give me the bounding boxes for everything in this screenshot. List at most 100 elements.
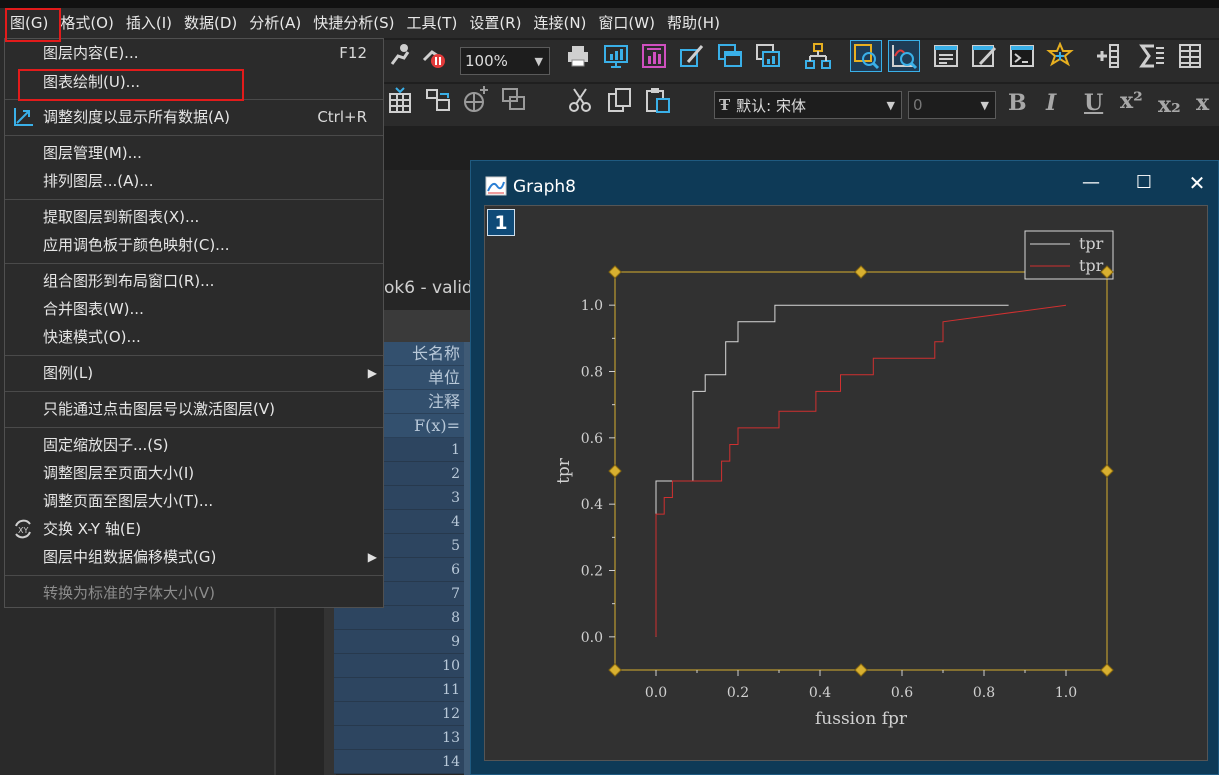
print-icon[interactable] <box>562 40 594 72</box>
code-builder-icon[interactable] <box>968 40 1000 72</box>
series-line-2[interactable] <box>655 304 1067 637</box>
menu-item-label: 组合图形到布局窗口(R)... <box>43 272 215 290</box>
table-row[interactable]: 8 <box>334 606 464 630</box>
menu-item-label: 排列图层...(A)... <box>43 172 154 190</box>
menu-item-exchange-xy-axis[interactable]: XY 交换 X-Y 轴(E) <box>5 515 383 543</box>
resize-handle[interactable] <box>608 663 622 677</box>
font-name-combo[interactable]: Ŧ 默认: 宋体 ▼ <box>714 91 902 119</box>
highlight-plot-setup <box>18 69 244 101</box>
close-button[interactable]: ✕ <box>1182 171 1212 195</box>
grid-icon[interactable] <box>384 84 416 116</box>
menu-item-label: 调整图层至页面大小(I) <box>43 464 195 482</box>
graph-window[interactable]: Graph8 — ☐ ✕ 0.0 0.2 0.4 0.6 0.8 1.0 0.0 0.2 0.4… <box>470 160 1219 775</box>
notes-icon[interactable] <box>930 40 962 72</box>
more-format-button[interactable]: x <box>1196 90 1209 116</box>
menu-settings[interactable]: 设置(R) <box>463 8 527 38</box>
zoom-graph-icon[interactable] <box>888 40 920 72</box>
table-row[interactable]: 9 <box>334 630 464 654</box>
menu-item-layer-management[interactable]: 图层管理(M)... <box>5 139 383 167</box>
new-window-icon[interactable] <box>714 40 746 72</box>
table-row[interactable]: 13 <box>334 726 464 750</box>
menu-format[interactable]: 格式(O) <box>54 8 120 38</box>
bold-button[interactable]: B <box>1008 90 1027 116</box>
report-icon[interactable] <box>638 40 670 72</box>
animate-icon[interactable] <box>384 40 416 72</box>
menu-connect[interactable]: 连接(N) <box>527 8 592 38</box>
resize-handle[interactable] <box>1100 464 1114 478</box>
menu-item-speed-mode[interactable]: 快速模式(O)... <box>5 323 383 351</box>
stop-record-icon[interactable] <box>418 40 450 72</box>
menu-item-legend[interactable]: 图例(L) ▶ <box>5 359 383 387</box>
menu-item-apply-palette[interactable]: 应用调色板于颜色映射(C)... <box>5 231 383 259</box>
subscript-button[interactable]: x₂ <box>1158 92 1181 118</box>
y-axis-label[interactable]: tpr <box>554 457 574 484</box>
window-top-strip <box>0 0 1219 8</box>
zoom-data-icon[interactable] <box>850 40 882 72</box>
menu-insert[interactable]: 插入(I) <box>120 8 178 38</box>
workbook-title: ok6 - valid <box>384 278 473 298</box>
menu-separator <box>5 575 383 576</box>
menu-item-extract-to-graphs[interactable]: 提取图层到新图表(X)... <box>5 203 383 231</box>
menu-quick-analysis[interactable]: 快捷分析(S) <box>307 8 400 38</box>
hierarchy-icon[interactable] <box>802 40 834 72</box>
resize-handle[interactable] <box>854 663 868 677</box>
graph-page[interactable]: 0.0 0.2 0.4 0.6 0.8 1.0 0.0 0.2 0.4 0.6 0.8 1.0 fuss… <box>484 205 1208 761</box>
x-tick-label: 0.6 <box>891 685 913 701</box>
menu-analysis[interactable]: 分析(A) <box>243 8 307 38</box>
toolbar-standard: 100% ▼ <box>384 40 1219 82</box>
menu-help[interactable]: 帮助(H) <box>661 8 726 38</box>
globe-icon[interactable] <box>460 84 492 116</box>
menu-item-layer-contents[interactable]: 图层内容(E)... F12 <box>5 39 383 67</box>
series-line-1[interactable] <box>655 304 1009 637</box>
menu-tools[interactable]: 工具(T) <box>400 8 463 38</box>
table-row[interactable]: 11 <box>334 678 464 702</box>
graph-window-icon[interactable] <box>752 40 784 72</box>
menu-item-fit-page-to-layers[interactable]: 调整页面至图层大小(T)... <box>5 487 383 515</box>
paste-icon[interactable] <box>642 84 674 116</box>
maximize-button[interactable]: ☐ <box>1129 171 1159 195</box>
menu-item-rescale-to-show-all[interactable]: 调整刻度以显示所有数据(A) Ctrl+R <box>5 103 383 131</box>
menu-item-activate-by-layer-icon[interactable]: 只能通过点击图层号以激活图层(V) <box>5 395 383 423</box>
menu-item-label: 合并图表(W)... <box>43 300 144 318</box>
italic-button[interactable]: I <box>1046 90 1056 116</box>
menu-item-fixed-factors[interactable]: 固定缩放因子...(S) <box>5 431 383 459</box>
highlight-graph-menu <box>5 8 61 42</box>
menu-window[interactable]: 窗口(W) <box>592 8 661 38</box>
minimize-button[interactable]: — <box>1076 171 1106 195</box>
table-row[interactable]: 10 <box>334 654 464 678</box>
menu-item-merge-graphs[interactable]: 合并图表(W)... <box>5 295 383 323</box>
apps-icon[interactable] <box>1044 40 1076 72</box>
superscript-button[interactable]: x² <box>1120 88 1143 114</box>
arrange-icon[interactable] <box>422 84 454 116</box>
cut-icon[interactable] <box>564 84 596 116</box>
menu-item-combine-to-layout[interactable]: 组合图形到布局窗口(R)... <box>5 267 383 295</box>
x-tick-label: 0.4 <box>809 685 831 701</box>
resize-handle[interactable] <box>1100 663 1114 677</box>
x-axis-label[interactable]: fussion fpr <box>815 709 908 729</box>
resize-handle[interactable] <box>608 265 622 279</box>
menu-data[interactable]: 数据(D) <box>178 8 243 38</box>
command-window-icon[interactable] <box>1006 40 1038 72</box>
slideshow-icon[interactable] <box>600 40 632 72</box>
copy-icon[interactable] <box>604 84 636 116</box>
layer-number-badge[interactable]: 1 <box>487 209 515 236</box>
table-row[interactable]: 14 <box>334 750 464 774</box>
roc-plot[interactable]: 0.0 0.2 0.4 0.6 0.8 1.0 0.0 0.2 0.4 0.6 0.8 1.0 fuss… <box>485 206 1209 762</box>
zoom-combo[interactable]: 100% ▼ <box>460 47 550 75</box>
sum-icon[interactable] <box>1136 40 1168 72</box>
edit-graph-icon[interactable] <box>676 40 708 72</box>
menu-item-arrange-layers[interactable]: 排列图层...(A)... <box>5 167 383 195</box>
group-icon[interactable] <box>498 84 530 116</box>
submenu-arrow-icon: ▶ <box>367 366 377 380</box>
resize-handle[interactable] <box>854 265 868 279</box>
table-icon[interactable] <box>1174 40 1206 72</box>
toolbar-format: Ŧ 默认: 宋体 ▼ 0 ▼ B I U x² x₂ x <box>384 84 1219 126</box>
add-column-icon[interactable] <box>1092 40 1124 72</box>
table-row[interactable]: 12 <box>334 702 464 726</box>
resize-handle[interactable] <box>608 464 622 478</box>
menu-item-offset-mode[interactable]: 图层中组数据偏移模式(G) ▶ <box>5 543 383 571</box>
menu-item-fit-layer-to-page[interactable]: 调整图层至页面大小(I) <box>5 459 383 487</box>
underline-button[interactable]: U <box>1084 90 1103 116</box>
selection-frame[interactable] <box>614 271 1108 671</box>
font-size-combo[interactable]: 0 ▼ <box>908 91 996 119</box>
